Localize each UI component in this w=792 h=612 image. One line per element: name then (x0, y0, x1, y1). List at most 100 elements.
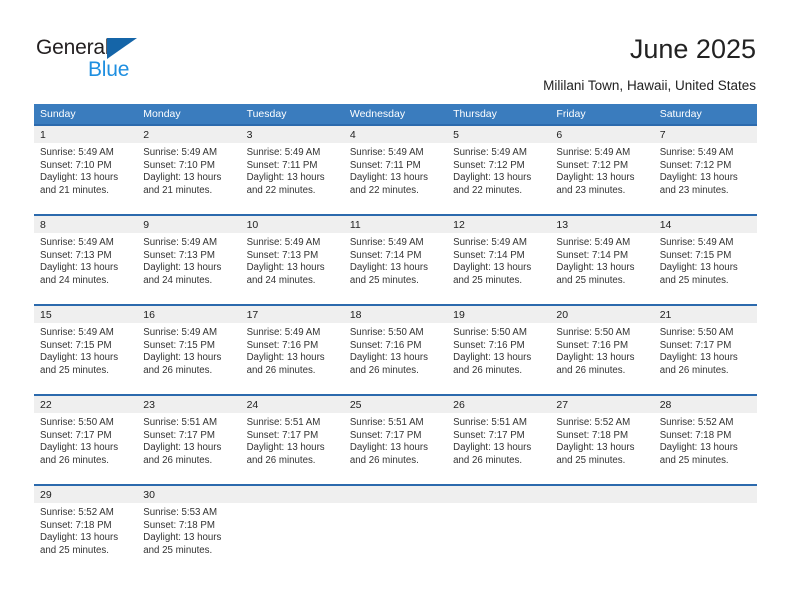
sunrise-text: Sunrise: 5:49 AM (143, 147, 218, 158)
day-cell[interactable]: Sunrise: 5:51 AM Sunset: 7:17 PM Dayligh… (137, 413, 240, 484)
day-number[interactable]: 5 (447, 126, 550, 143)
day-cell-empty (344, 503, 447, 574)
sunset-text: Sunset: 7:13 PM (246, 249, 319, 261)
daylight-text: Daylight: 13 hours and 25 minutes. (659, 442, 738, 466)
sunset-text: Sunset: 7:14 PM (556, 249, 629, 261)
day-cell[interactable]: Sunrise: 5:53 AM Sunset: 7:18 PM Dayligh… (137, 503, 240, 574)
day-cell[interactable]: Sunrise: 5:49 AM Sunset: 7:13 PM Dayligh… (137, 233, 240, 304)
day-cell[interactable]: Sunrise: 5:49 AM Sunset: 7:14 PM Dayligh… (550, 233, 653, 304)
sunset-text: Sunset: 7:10 PM (40, 159, 112, 171)
day-cell[interactable]: Sunrise: 5:49 AM Sunset: 7:14 PM Dayligh… (447, 233, 550, 304)
daylight-text: Daylight: 13 hours and 25 minutes. (453, 262, 532, 286)
day-number[interactable]: 15 (34, 306, 137, 323)
day-number[interactable]: 20 (550, 306, 653, 323)
day-cell[interactable]: Sunrise: 5:49 AM Sunset: 7:14 PM Dayligh… (344, 233, 447, 304)
day-cell[interactable]: Sunrise: 5:50 AM Sunset: 7:16 PM Dayligh… (344, 323, 447, 394)
day-number[interactable]: 18 (344, 306, 447, 323)
sunset-text: Sunset: 7:16 PM (556, 339, 629, 351)
sunset-text: Sunset: 7:18 PM (556, 429, 629, 441)
day-number[interactable]: 13 (550, 216, 653, 233)
day-cell[interactable]: Sunrise: 5:50 AM Sunset: 7:16 PM Dayligh… (447, 323, 550, 394)
weekday-header-thursday: Thursday (453, 108, 497, 120)
sunrise-text: Sunrise: 5:49 AM (40, 327, 114, 338)
day-cell[interactable]: Sunrise: 5:50 AM Sunset: 7:17 PM Dayligh… (654, 323, 757, 394)
day-cell[interactable]: Sunrise: 5:51 AM Sunset: 7:17 PM Dayligh… (447, 413, 550, 484)
sunrise-text: Sunrise: 5:49 AM (556, 147, 631, 158)
weekday-header-saturday: Saturday (659, 108, 702, 120)
page-title: June 2025 (629, 34, 756, 64)
daylight-text: Daylight: 13 hours and 24 minutes. (246, 262, 325, 286)
daylight-text: Daylight: 13 hours and 26 minutes. (453, 352, 532, 376)
week-daynumber-band: 8 9 10 11 12 13 14 (34, 216, 757, 233)
logo-triangle-icon (107, 38, 137, 59)
day-cell[interactable]: Sunrise: 5:49 AM Sunset: 7:12 PM Dayligh… (550, 143, 653, 214)
day-cell[interactable]: Sunrise: 5:49 AM Sunset: 7:15 PM Dayligh… (137, 323, 240, 394)
day-number[interactable]: 23 (137, 396, 240, 413)
day-number[interactable]: 17 (241, 306, 344, 323)
day-number[interactable]: 27 (550, 396, 653, 413)
sunset-text: Sunset: 7:12 PM (453, 159, 525, 171)
day-cell[interactable]: Sunrise: 5:52 AM Sunset: 7:18 PM Dayligh… (34, 503, 137, 574)
day-number[interactable]: 28 (654, 396, 757, 413)
day-cell[interactable]: Sunrise: 5:50 AM Sunset: 7:17 PM Dayligh… (34, 413, 137, 484)
day-number[interactable]: 7 (654, 126, 757, 143)
day-number[interactable]: 11 (344, 216, 447, 233)
sunrise-text: Sunrise: 5:52 AM (659, 417, 734, 428)
day-number-empty (654, 486, 757, 503)
day-number[interactable]: 30 (137, 486, 240, 503)
day-number[interactable]: 21 (654, 306, 757, 323)
day-cell[interactable]: Sunrise: 5:49 AM Sunset: 7:12 PM Dayligh… (447, 143, 550, 214)
day-cell[interactable]: Sunrise: 5:49 AM Sunset: 7:10 PM Dayligh… (137, 143, 240, 214)
page-location-subtitle: Mililani Town, Hawaii, United States (543, 78, 756, 93)
day-number[interactable]: 29 (34, 486, 137, 503)
daylight-text: Daylight: 13 hours and 26 minutes. (143, 352, 222, 376)
day-cell[interactable]: Sunrise: 5:49 AM Sunset: 7:16 PM Dayligh… (241, 323, 344, 394)
day-number[interactable]: 22 (34, 396, 137, 413)
day-number[interactable]: 25 (344, 396, 447, 413)
day-number[interactable]: 9 (137, 216, 240, 233)
day-cell[interactable]: Sunrise: 5:51 AM Sunset: 7:17 PM Dayligh… (241, 413, 344, 484)
day-number[interactable]: 12 (447, 216, 550, 233)
day-cell[interactable]: Sunrise: 5:49 AM Sunset: 7:11 PM Dayligh… (344, 143, 447, 214)
day-number[interactable]: 2 (137, 126, 240, 143)
day-number[interactable]: 24 (241, 396, 344, 413)
sunrise-text: Sunrise: 5:51 AM (453, 417, 527, 428)
week-details-band: Sunrise: 5:50 AM Sunset: 7:17 PM Dayligh… (34, 413, 757, 484)
day-number[interactable]: 1 (34, 126, 137, 143)
daylight-text: Daylight: 13 hours and 23 minutes. (556, 172, 635, 196)
day-number[interactable]: 14 (654, 216, 757, 233)
day-number[interactable]: 26 (447, 396, 550, 413)
day-cell[interactable]: Sunrise: 5:52 AM Sunset: 7:18 PM Dayligh… (550, 413, 653, 484)
sunrise-text: Sunrise: 5:50 AM (556, 327, 631, 338)
day-cell[interactable]: Sunrise: 5:49 AM Sunset: 7:15 PM Dayligh… (34, 323, 137, 394)
day-number[interactable]: 19 (447, 306, 550, 323)
day-cell[interactable]: Sunrise: 5:49 AM Sunset: 7:13 PM Dayligh… (241, 233, 344, 304)
day-cell-empty (447, 503, 550, 574)
daylight-text: Daylight: 13 hours and 25 minutes. (40, 532, 119, 556)
sunrise-text: Sunrise: 5:50 AM (349, 327, 424, 338)
day-cell[interactable]: Sunrise: 5:49 AM Sunset: 7:11 PM Dayligh… (241, 143, 344, 214)
day-cell[interactable]: Sunrise: 5:49 AM Sunset: 7:13 PM Dayligh… (34, 233, 137, 304)
daylight-text: Daylight: 13 hours and 26 minutes. (349, 442, 428, 466)
day-cell[interactable]: Sunrise: 5:50 AM Sunset: 7:16 PM Dayligh… (550, 323, 653, 394)
calendar-page: General Blue June 2025 Mililani Town, Ha… (0, 0, 792, 612)
day-number[interactable]: 16 (137, 306, 240, 323)
day-cell[interactable]: Sunrise: 5:52 AM Sunset: 7:18 PM Dayligh… (654, 413, 757, 484)
weekday-header-wednesday: Wednesday (349, 108, 406, 120)
daylight-text: Daylight: 13 hours and 26 minutes. (246, 352, 325, 376)
day-cell[interactable]: Sunrise: 5:49 AM Sunset: 7:15 PM Dayligh… (654, 233, 757, 304)
day-cell[interactable]: Sunrise: 5:51 AM Sunset: 7:17 PM Dayligh… (344, 413, 447, 484)
day-number[interactable]: 3 (241, 126, 344, 143)
day-number[interactable]: 6 (550, 126, 653, 143)
generalblue-logo[interactable]: General Blue (36, 36, 166, 84)
day-cell[interactable]: Sunrise: 5:49 AM Sunset: 7:10 PM Dayligh… (34, 143, 137, 214)
day-number[interactable]: 8 (34, 216, 137, 233)
day-number[interactable]: 10 (241, 216, 344, 233)
sunrise-text: Sunrise: 5:51 AM (246, 417, 321, 428)
sunset-text: Sunset: 7:11 PM (349, 159, 421, 171)
sunrise-text: Sunrise: 5:49 AM (453, 147, 527, 158)
day-cell[interactable]: Sunrise: 5:49 AM Sunset: 7:12 PM Dayligh… (654, 143, 757, 214)
week-daynumber-band: 1 2 3 4 5 6 7 (34, 126, 757, 143)
daylight-text: Daylight: 13 hours and 26 minutes. (40, 442, 119, 466)
day-number[interactable]: 4 (344, 126, 447, 143)
